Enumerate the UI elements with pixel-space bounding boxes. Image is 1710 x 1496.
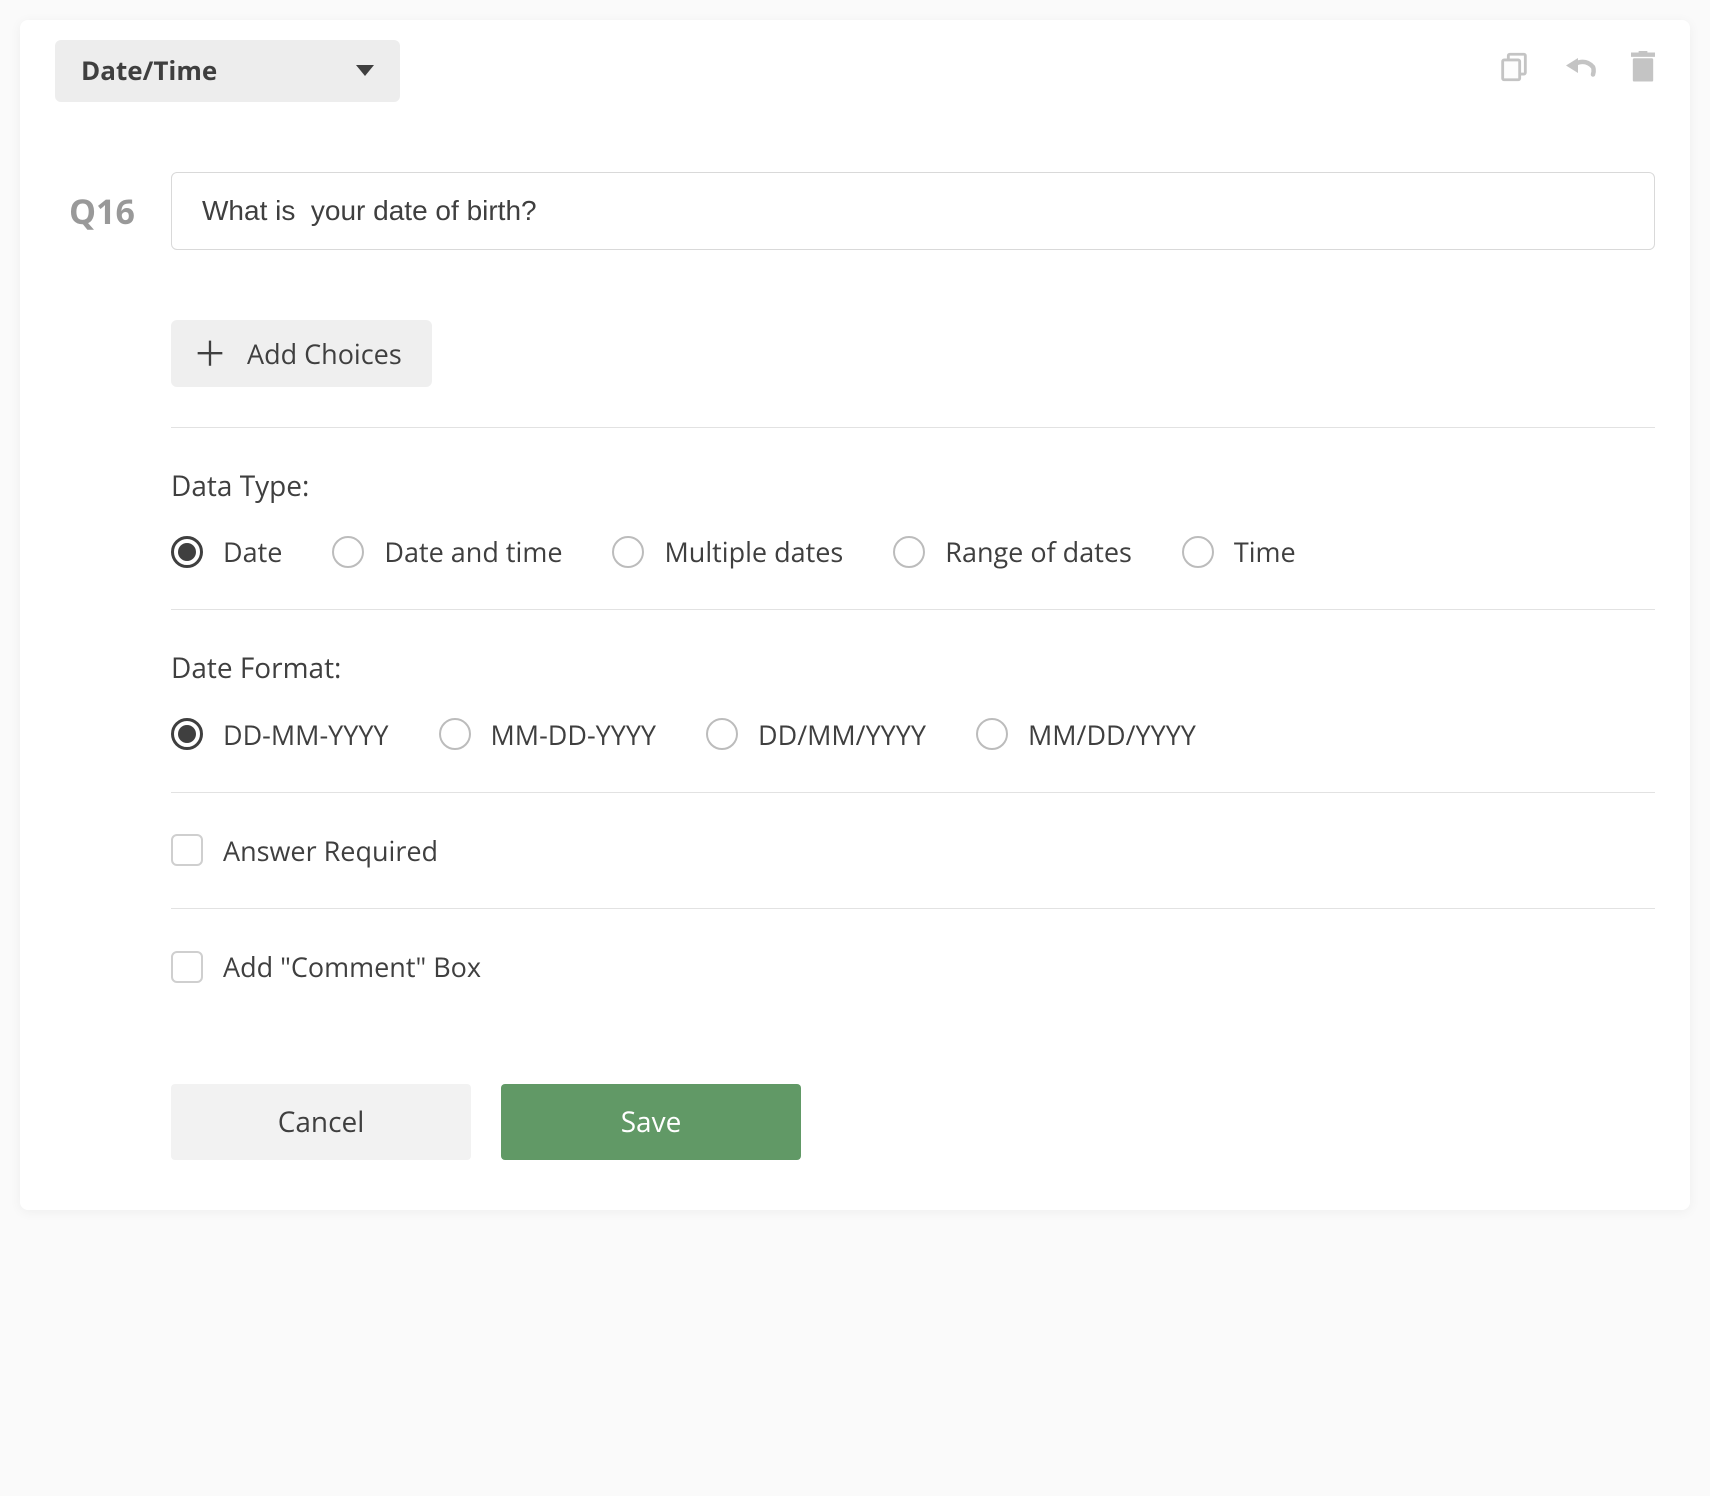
data-type-option-label: Multiple dates [664, 534, 843, 569]
duplicate-icon[interactable] [1497, 50, 1531, 84]
data-type-option[interactable]: Range of dates [893, 534, 1132, 569]
add-comment-section: Add "Comment" Box [171, 909, 1655, 1024]
checkbox-icon [171, 951, 203, 983]
radio-icon [171, 536, 203, 568]
add-choices-label: Add Choices [247, 336, 402, 371]
radio-icon [706, 718, 738, 750]
plus-icon: ＋ [193, 336, 227, 370]
add-choices-button[interactable]: ＋ Add Choices [171, 320, 432, 387]
question-type-dropdown[interactable]: Date/Time [55, 40, 400, 102]
date-format-option[interactable]: DD-MM-YYYY [171, 717, 389, 752]
undo-icon[interactable] [1563, 52, 1599, 82]
checkbox-icon [171, 834, 203, 866]
radio-icon [1182, 536, 1214, 568]
date-format-option-label: MM-DD-YYYY [491, 717, 657, 752]
add-comment-checkbox[interactable]: Add "Comment" Box [171, 949, 1655, 984]
question-editor-card: Date/Time Q16 ＋ Add Choices [20, 20, 1690, 1210]
save-button[interactable]: Save [501, 1084, 801, 1160]
question-settings: ＋ Add Choices Data Type: Date Date and ti… [171, 320, 1655, 1161]
question-type-label: Date/Time [81, 54, 217, 88]
date-format-option-label: DD-MM-YYYY [223, 717, 389, 752]
date-format-option[interactable]: DD/MM/YYYY [706, 717, 926, 752]
answer-required-section: Answer Required [171, 793, 1655, 908]
radio-icon [976, 718, 1008, 750]
cancel-button[interactable]: Cancel [171, 1084, 471, 1160]
action-buttons: Cancel Save [171, 1084, 1655, 1160]
answer-required-label: Answer Required [223, 833, 438, 868]
date-format-section: Date Format: DD-MM-YYYY MM-DD-YYYY DD/MM/Y… [171, 610, 1655, 791]
data-type-option-label: Date [223, 534, 282, 569]
data-type-option-label: Date and time [384, 534, 562, 569]
date-format-option-label: DD/MM/YYYY [758, 717, 926, 752]
data-type-option[interactable]: Time [1182, 534, 1296, 569]
card-header: Date/Time [55, 40, 1655, 102]
trash-icon[interactable] [1631, 51, 1655, 83]
date-format-option[interactable]: MM/DD/YYYY [976, 717, 1196, 752]
question-text-input[interactable] [171, 172, 1655, 250]
question-row: Q16 [69, 172, 1655, 250]
date-format-options: DD-MM-YYYY MM-DD-YYYY DD/MM/YYYY MM/DD/YYYY [171, 717, 1655, 752]
caret-down-icon [356, 65, 374, 76]
radio-icon [439, 718, 471, 750]
data-type-option[interactable]: Date and time [332, 534, 562, 569]
date-format-option-label: MM/DD/YYYY [1028, 717, 1196, 752]
radio-icon [612, 536, 644, 568]
date-format-label: Date Format: [171, 650, 1655, 686]
card-body: Q16 ＋ Add Choices Data Type: Date Date an… [55, 172, 1655, 1161]
question-number: Q16 [69, 189, 141, 233]
radio-icon [332, 536, 364, 568]
radio-icon [893, 536, 925, 568]
data-type-option[interactable]: Date [171, 534, 282, 569]
data-type-label: Data Type: [171, 468, 1655, 504]
data-type-option-label: Range of dates [945, 534, 1132, 569]
data-type-option[interactable]: Multiple dates [612, 534, 843, 569]
radio-icon [171, 718, 203, 750]
add-comment-label: Add "Comment" Box [223, 949, 481, 984]
header-actions [1497, 40, 1655, 84]
date-format-option[interactable]: MM-DD-YYYY [439, 717, 657, 752]
answer-required-checkbox[interactable]: Answer Required [171, 833, 1655, 868]
data-type-option-label: Time [1234, 534, 1296, 569]
data-type-options: Date Date and time Multiple dates Range of … [171, 534, 1655, 569]
data-type-section: Data Type: Date Date and time Multiple dat… [171, 428, 1655, 609]
